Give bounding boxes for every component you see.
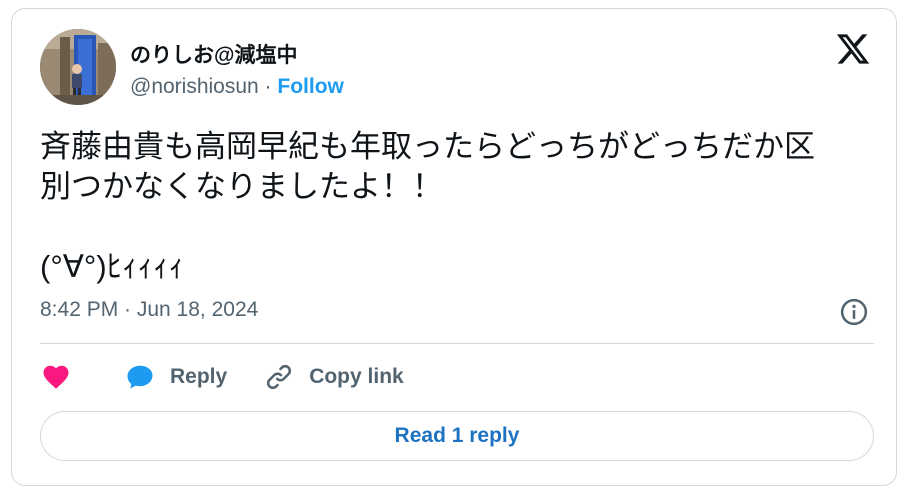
reply-bubble-icon bbox=[127, 365, 153, 389]
heart-icon bbox=[43, 365, 69, 389]
read-replies-button[interactable]: Read 1 reply bbox=[40, 411, 874, 461]
copy-link-button[interactable]: Copy link bbox=[263, 361, 404, 393]
divider bbox=[40, 343, 874, 344]
reply-button[interactable]: Reply bbox=[124, 362, 227, 392]
display-name[interactable]: のりしお@減塩中 bbox=[130, 39, 297, 69]
x-logo-icon[interactable] bbox=[835, 31, 871, 67]
handle-row: @norishiosun · Follow bbox=[130, 75, 344, 99]
handle[interactable]: @norishiosun bbox=[130, 75, 259, 98]
tweet-timestamp[interactable]: 8:42 PM · Jun 18, 2024 bbox=[40, 298, 258, 322]
follow-button[interactable]: Follow bbox=[277, 75, 344, 98]
tweet-card: のりしお@減塩中 @norishiosun · Follow 斉藤由貴も高岡早紀… bbox=[11, 8, 897, 486]
copy-link-label: Copy link bbox=[309, 365, 404, 388]
info-icon[interactable] bbox=[839, 297, 869, 327]
link-icon bbox=[267, 364, 292, 390]
like-button[interactable] bbox=[40, 362, 72, 392]
avatar[interactable] bbox=[40, 29, 116, 105]
avatar-image bbox=[40, 29, 116, 105]
tweet-text: 斉藤由貴も高岡早紀も年取ったらどっちがどっちだか区 別つかなくなりましたよ！！ … bbox=[40, 129, 815, 284]
handle-separator: · bbox=[258, 75, 278, 98]
action-bar: Reply Copy link bbox=[40, 357, 404, 397]
reply-label: Reply bbox=[170, 365, 228, 388]
